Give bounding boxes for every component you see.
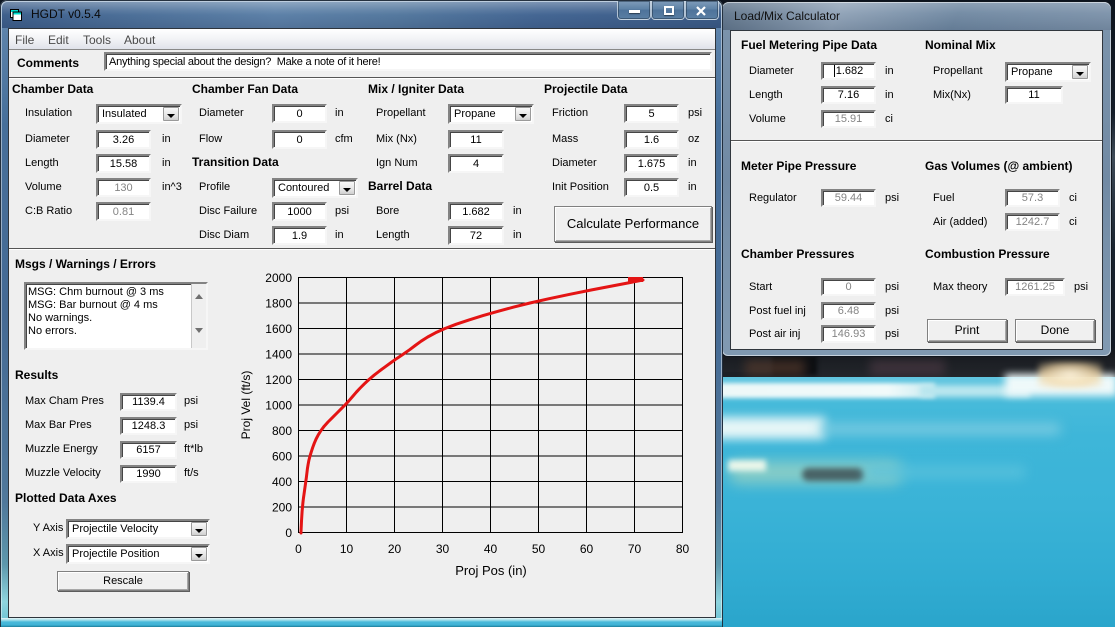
svg-text:400: 400	[272, 475, 292, 489]
svg-text:10: 10	[340, 542, 354, 556]
svg-text:800: 800	[272, 424, 292, 438]
svg-text:1400: 1400	[265, 348, 292, 362]
svg-text:Proj Vel (ft/s): Proj Vel (ft/s)	[239, 371, 253, 440]
svg-text:Proj Pos (in): Proj Pos (in)	[455, 563, 527, 578]
svg-text:200: 200	[272, 501, 292, 515]
svg-text:50: 50	[532, 542, 546, 556]
svg-text:0: 0	[295, 542, 302, 556]
svg-text:600: 600	[272, 450, 292, 464]
svg-text:2000: 2000	[265, 271, 292, 285]
svg-text:20: 20	[388, 542, 402, 556]
svg-text:80: 80	[676, 542, 690, 556]
svg-text:70: 70	[628, 542, 642, 556]
svg-text:60: 60	[580, 542, 594, 556]
svg-text:1600: 1600	[265, 322, 292, 336]
svg-text:40: 40	[484, 542, 498, 556]
svg-text:1800: 1800	[265, 297, 292, 311]
svg-text:1000: 1000	[265, 399, 292, 413]
svg-text:1200: 1200	[265, 373, 292, 387]
svg-text:30: 30	[436, 542, 450, 556]
svg-text:0: 0	[285, 526, 292, 540]
